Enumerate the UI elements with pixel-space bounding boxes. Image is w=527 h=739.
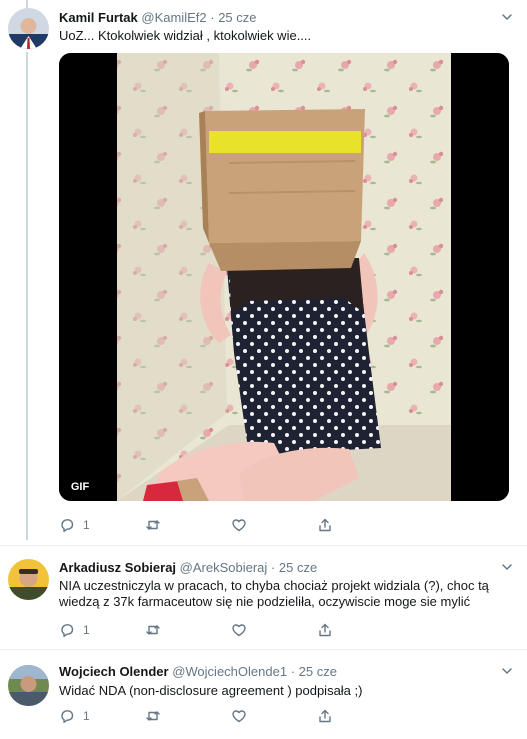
separator-dot: · [290,664,296,679]
gif-image [59,53,509,501]
tweet-time[interactable]: 25 cze [299,664,337,679]
reply-action[interactable]: 1 [59,621,90,639]
reply-icon [61,624,74,637]
tweet[interactable]: Wojciech Olender @WojciechOlende1 · 25 c… [0,650,527,739]
author-name[interactable]: Kamil Furtak [59,10,138,25]
author-name[interactable]: Arkadiusz Sobieraj [59,560,176,575]
tweet-text: Widać NDA (non-disclosure agreement ) po… [59,683,363,698]
share-action[interactable] [317,707,333,725]
retweet-action[interactable] [145,516,161,534]
tweet-header: Kamil Furtak @KamilEf2 · 25 cze [59,10,257,25]
share-icon [319,623,331,637]
author-handle[interactable]: @WojciechOlende1 [172,664,287,679]
like-icon [232,710,246,723]
tweet-time[interactable]: 25 cze [279,560,317,575]
reply-count: 1 [83,709,90,723]
share-action[interactable] [317,621,333,639]
like-icon [232,519,246,532]
like-action[interactable] [231,621,247,639]
author-name[interactable]: Wojciech Olender [59,664,169,679]
separator-dot: · [210,10,215,25]
author-handle[interactable]: @ArekSobieraj [180,560,268,575]
avatar[interactable] [8,8,49,49]
retweet-icon [146,711,160,721]
chevron-down-icon[interactable] [501,11,513,23]
share-icon [319,518,331,532]
tweet-text: UoZ... Ktokolwiek widział , ktokolwiek w… [59,28,312,43]
tweet-text: NIA uczestniczyla w pracach, to chyba ch… [59,578,489,609]
separator-dot: · [270,560,276,575]
share-icon [319,709,331,723]
tweet-actions: 1 [59,516,359,534]
tweet-actions: 1 [59,707,359,725]
retweet-action[interactable] [145,621,161,639]
chevron-down-icon[interactable] [501,561,513,573]
gif-badge: GIF [66,478,94,496]
reply-icon [61,519,74,532]
tweet-actions: 1 [59,621,359,639]
reply-count: 1 [83,518,90,532]
like-action[interactable] [231,516,247,534]
avatar[interactable] [8,559,49,600]
retweet-icon [146,520,160,530]
author-handle[interactable]: @KamilEf2 [141,10,206,25]
tweet[interactable]: Arkadiusz Sobieraj @ArekSobieraj · 25 cz… [0,546,527,649]
chevron-down-icon[interactable] [501,665,513,677]
tweet[interactable]: Kamil Furtak @KamilEf2 · 25 cze UoZ... K… [0,0,527,545]
avatar[interactable] [8,665,49,706]
retweet-action[interactable] [145,707,161,725]
like-action[interactable] [231,707,247,725]
tweet-header: Wojciech Olender @WojciechOlende1 · 25 c… [59,664,337,679]
reply-icon [61,710,74,723]
retweet-icon [146,625,160,635]
reply-action[interactable]: 1 [59,707,90,725]
tweet-header: Arkadiusz Sobieraj @ArekSobieraj · 25 cz… [59,560,317,575]
like-icon [232,624,246,637]
share-action[interactable] [317,516,333,534]
reply-action[interactable]: 1 [59,516,90,534]
gif-media[interactable] [59,53,509,501]
tweet-time[interactable]: 25 cze [218,10,256,25]
reply-count: 1 [83,623,90,637]
